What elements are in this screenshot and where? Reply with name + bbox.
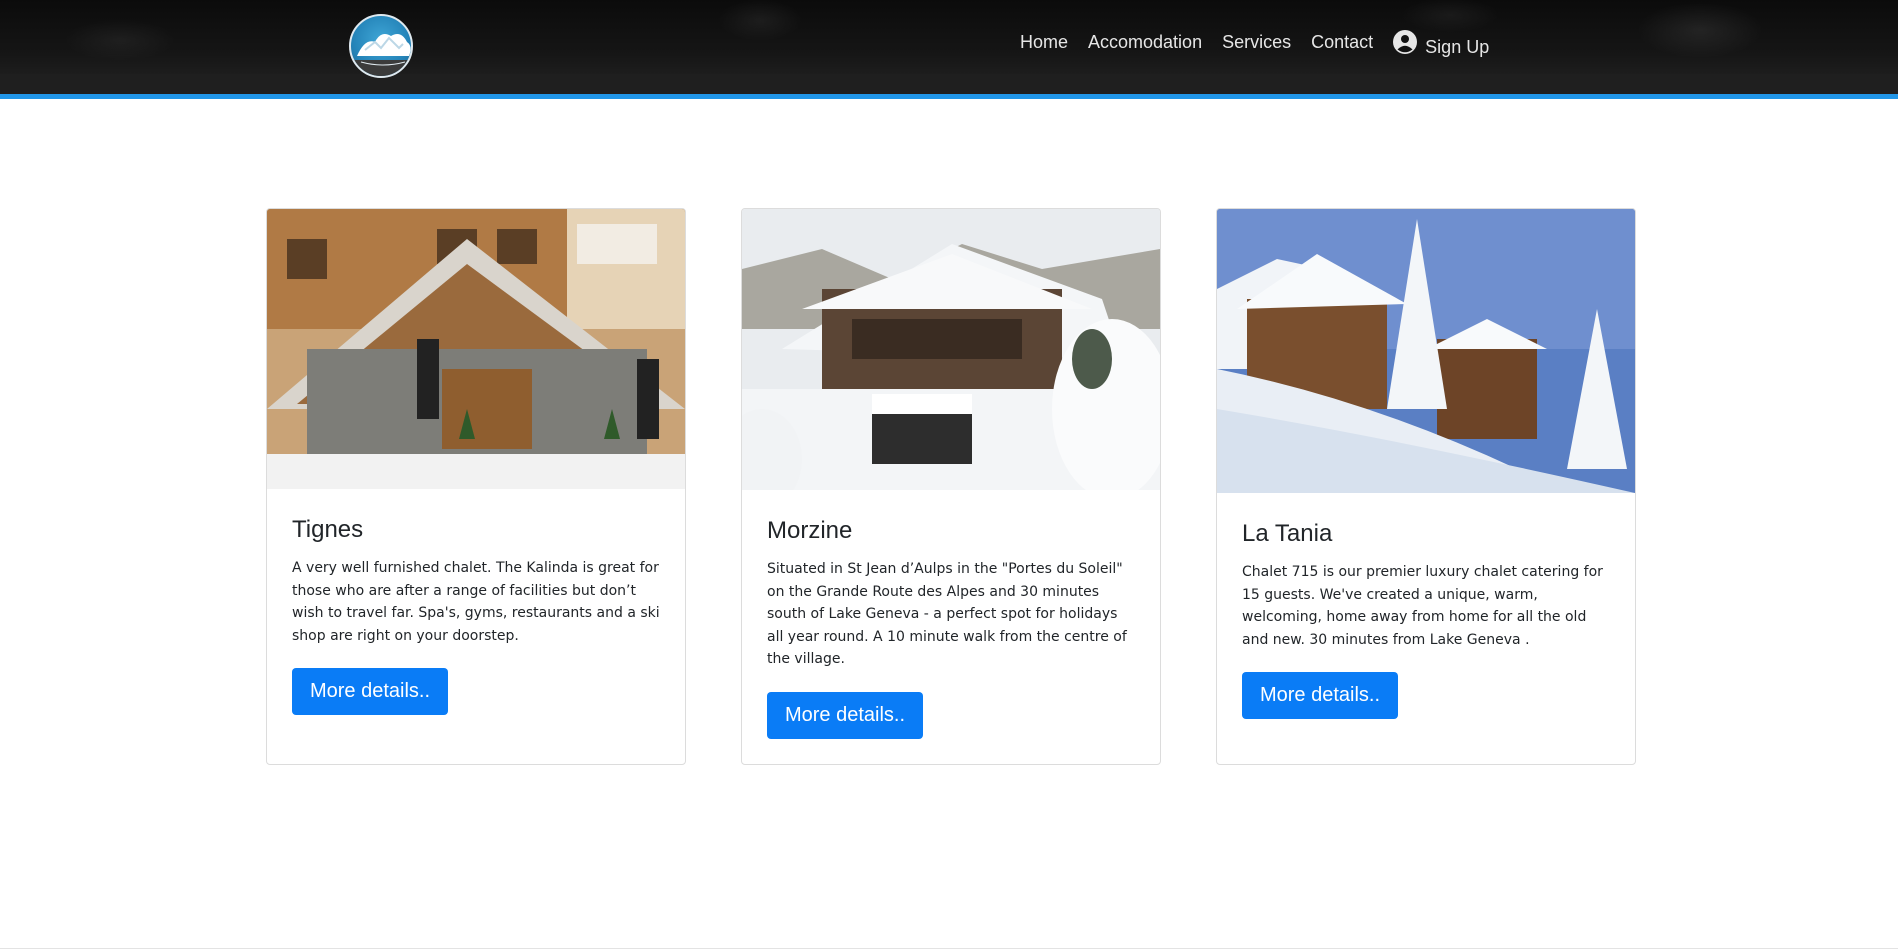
chalet-image-la-tania [1217, 209, 1635, 493]
logo[interactable] [349, 14, 413, 78]
card-title: Morzine [767, 517, 853, 544]
nav-links: Home Accomodation Services Contact Sign … [1020, 30, 1489, 57]
more-details-button[interactable]: More details.. [767, 692, 923, 739]
nav-accomodation[interactable]: Accomodation [1088, 32, 1202, 53]
card-title: Tignes [292, 516, 364, 543]
card-la-tania: La Tania Chalet 715 is our premier luxur… [1216, 208, 1636, 765]
navbar [0, 0, 1898, 74]
navbar-bottom-strip [0, 74, 1898, 94]
chalet-image-morzine [742, 209, 1160, 490]
snow-mountain-logo-icon [351, 34, 411, 76]
signup-label: Sign Up [1425, 36, 1490, 57]
nav-services[interactable]: Services [1222, 32, 1291, 53]
more-details-button[interactable]: More details.. [1242, 672, 1398, 719]
nav-contact[interactable]: Contact [1311, 32, 1373, 53]
card-tignes: Tignes A very well furnished chalet. The… [266, 208, 686, 765]
chalet-image-tignes [267, 209, 685, 489]
user-icon [1393, 30, 1418, 54]
card-morzine: Morzine Situated in St Jean d’Aulps in t… [741, 208, 1161, 765]
signup-link[interactable]: Sign Up [1393, 30, 1489, 57]
accent-bar [0, 94, 1898, 99]
nav-home[interactable]: Home [1020, 32, 1068, 53]
footer-divider [0, 948, 1898, 949]
more-details-button[interactable]: More details.. [292, 668, 448, 715]
navbar-background-texture [0, 0, 1898, 74]
card-title: La Tania [1242, 520, 1333, 547]
card-description: Situated in St Jean d’Aulps in the "Port… [767, 561, 1127, 667]
card-description: A very well furnished chalet. The Kalind… [292, 560, 660, 644]
card-description: Chalet 715 is our premier luxury chalet … [1242, 564, 1603, 648]
